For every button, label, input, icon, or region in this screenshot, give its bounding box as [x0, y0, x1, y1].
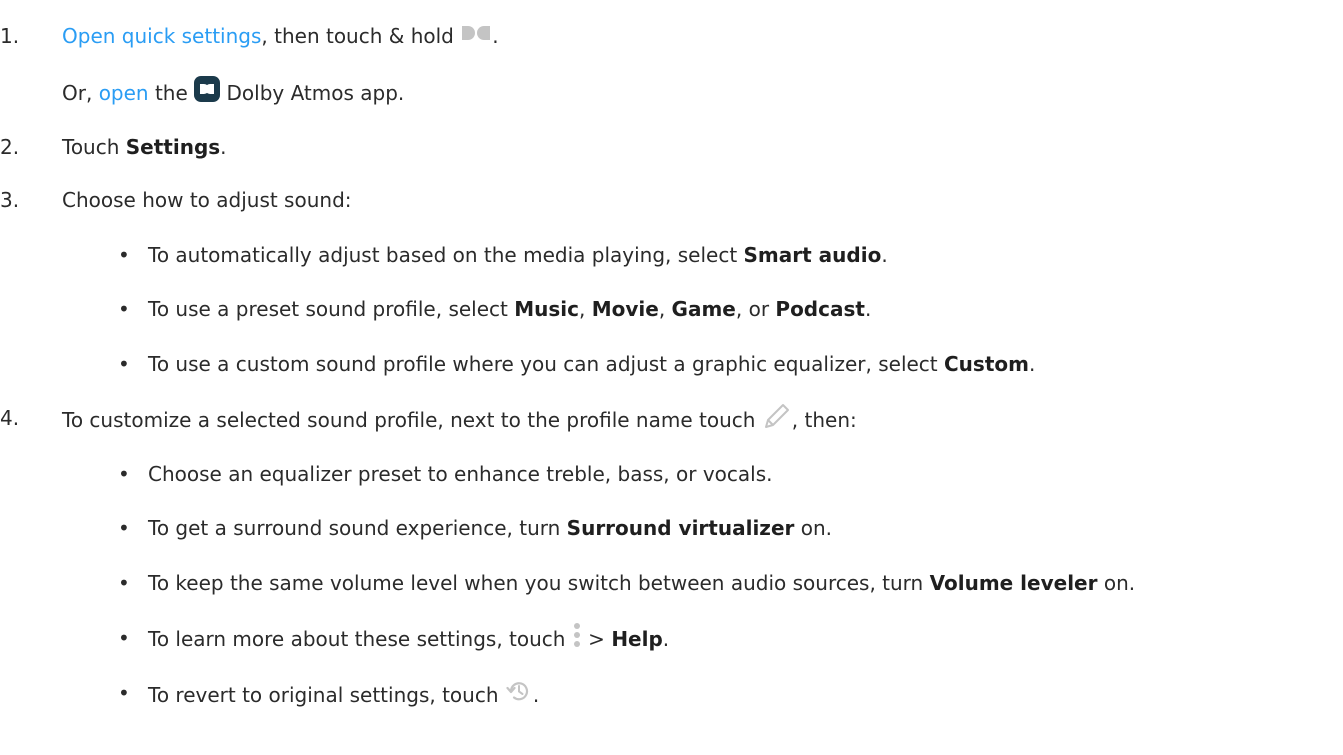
smart-audio-term: Smart audio [743, 243, 882, 267]
step-3: 3. Choose how to adjust sound: [0, 186, 1343, 214]
step-text: Open quick settings, then touch & hold . [62, 22, 499, 52]
bullet: • [118, 352, 130, 376]
music-term: Music [514, 297, 579, 321]
step-text-part: . [1028, 352, 1036, 376]
step-text-part: To automatically adjust based on the med… [148, 243, 744, 267]
restore-icon [505, 677, 533, 712]
custom-term: Custom [944, 352, 1029, 376]
open-quick-settings-link[interactable]: Open quick settings [62, 24, 261, 48]
list-item: • To get a surround sound experience, tu… [0, 514, 1343, 542]
step-number: 3. [0, 188, 20, 212]
volume-leveler-term: Volume leveler [929, 571, 1098, 595]
step-text-part: , [658, 297, 672, 321]
step-text: Or, open the Dolby Atmos app. [62, 76, 405, 111]
bullet: • [118, 681, 130, 705]
step-text-part: on. [794, 516, 833, 540]
list-item-text: To automatically adjust based on the med… [148, 241, 888, 269]
step-text-part: . [881, 243, 888, 267]
step-text-part: To revert to original settings, touch [148, 683, 505, 707]
step-text-part: . [662, 627, 670, 651]
step-text-part: > [581, 627, 612, 651]
movie-term: Movie [591, 297, 659, 321]
step-text-part: To use a custom sound profile where you … [148, 352, 944, 376]
bullet: • [118, 462, 130, 486]
pencil-icon [762, 402, 792, 437]
step-text-part: Or, [62, 81, 99, 105]
game-term: Game [671, 297, 736, 321]
list-item-text: To revert to original settings, touch . [148, 679, 539, 714]
step-text-part: the [148, 81, 195, 105]
step-text-part: To use a preset sound profile, select [148, 297, 515, 321]
list-item: • Choose an equalizer preset to enhance … [0, 460, 1343, 488]
bullet: • [118, 571, 130, 595]
bullet: • [118, 243, 130, 267]
open-app-link[interactable]: open [99, 81, 149, 105]
step-2: 2. Touch Settings. [0, 133, 1343, 161]
step-text: Touch Settings. [62, 133, 227, 161]
step-text-part: , then: [791, 408, 857, 432]
step-text-part: . [492, 24, 499, 48]
list-item-text: Choose an equalizer preset to enhance tr… [148, 462, 773, 486]
step-text-part: . [532, 683, 540, 707]
step-number: 4. [0, 406, 20, 430]
dolby-toggle-icon [460, 22, 492, 50]
step-1-alt: Or, open the Dolby Atmos app. [0, 76, 1343, 106]
bullet: • [118, 626, 130, 650]
step-text: To customize a selected sound profile, n… [62, 404, 857, 439]
settings-term: Settings [125, 135, 221, 159]
step-1: 1. Open quick settings, then touch & hol… [0, 22, 1343, 50]
list-item-text: To learn more about these settings, touc… [148, 622, 670, 657]
step-text-part: To keep the same volume level when you s… [148, 571, 930, 595]
list-item: • To revert to original settings, touch … [0, 679, 1343, 707]
list-item: • To learn more about these settings, to… [0, 623, 1343, 652]
list-item-text: To keep the same volume level when you s… [148, 569, 1135, 597]
list-item-text: To use a preset sound profile, select Mu… [148, 295, 871, 323]
list-item: • To use a preset sound profile, select … [0, 295, 1343, 323]
surround-virtualizer-term: Surround virtualizer [566, 516, 795, 540]
step-text-part: To learn more about these settings, touc… [148, 627, 572, 651]
step-text-part: , [579, 297, 592, 321]
step-text: Choose how to adjust sound: [62, 188, 352, 212]
step-number: 2. [0, 135, 20, 159]
more-vert-icon [572, 622, 582, 655]
step-text-part: Touch [62, 135, 126, 159]
help-term: Help [611, 627, 663, 651]
podcast-term: Podcast [775, 297, 865, 321]
list-item: • To keep the same volume level when you… [0, 569, 1343, 597]
step-4: 4. To customize a selected sound profile… [0, 404, 1343, 432]
list-item: • To use a custom sound profile where yo… [0, 350, 1343, 378]
step-number: 1. [0, 24, 20, 48]
list-item: • To automatically adjust based on the m… [0, 241, 1343, 269]
bullet: • [118, 516, 130, 540]
bullet: • [118, 297, 130, 321]
step-text-part: on. [1097, 571, 1136, 595]
dolby-app-icon [194, 76, 221, 109]
step-text-part: , or [735, 297, 776, 321]
step-text-part: To customize a selected sound profile, n… [62, 408, 762, 432]
step-text-part: . [220, 135, 227, 159]
list-item-text: To use a custom sound profile where you … [148, 350, 1035, 378]
list-item-text: To get a surround sound experience, turn… [148, 514, 832, 542]
step-text-part: , then touch & hold [261, 24, 454, 48]
step-text-part: Dolby Atmos app. [220, 81, 405, 105]
step-text-part: To get a surround sound experience, turn [148, 516, 567, 540]
step-text-part: . [864, 297, 872, 321]
